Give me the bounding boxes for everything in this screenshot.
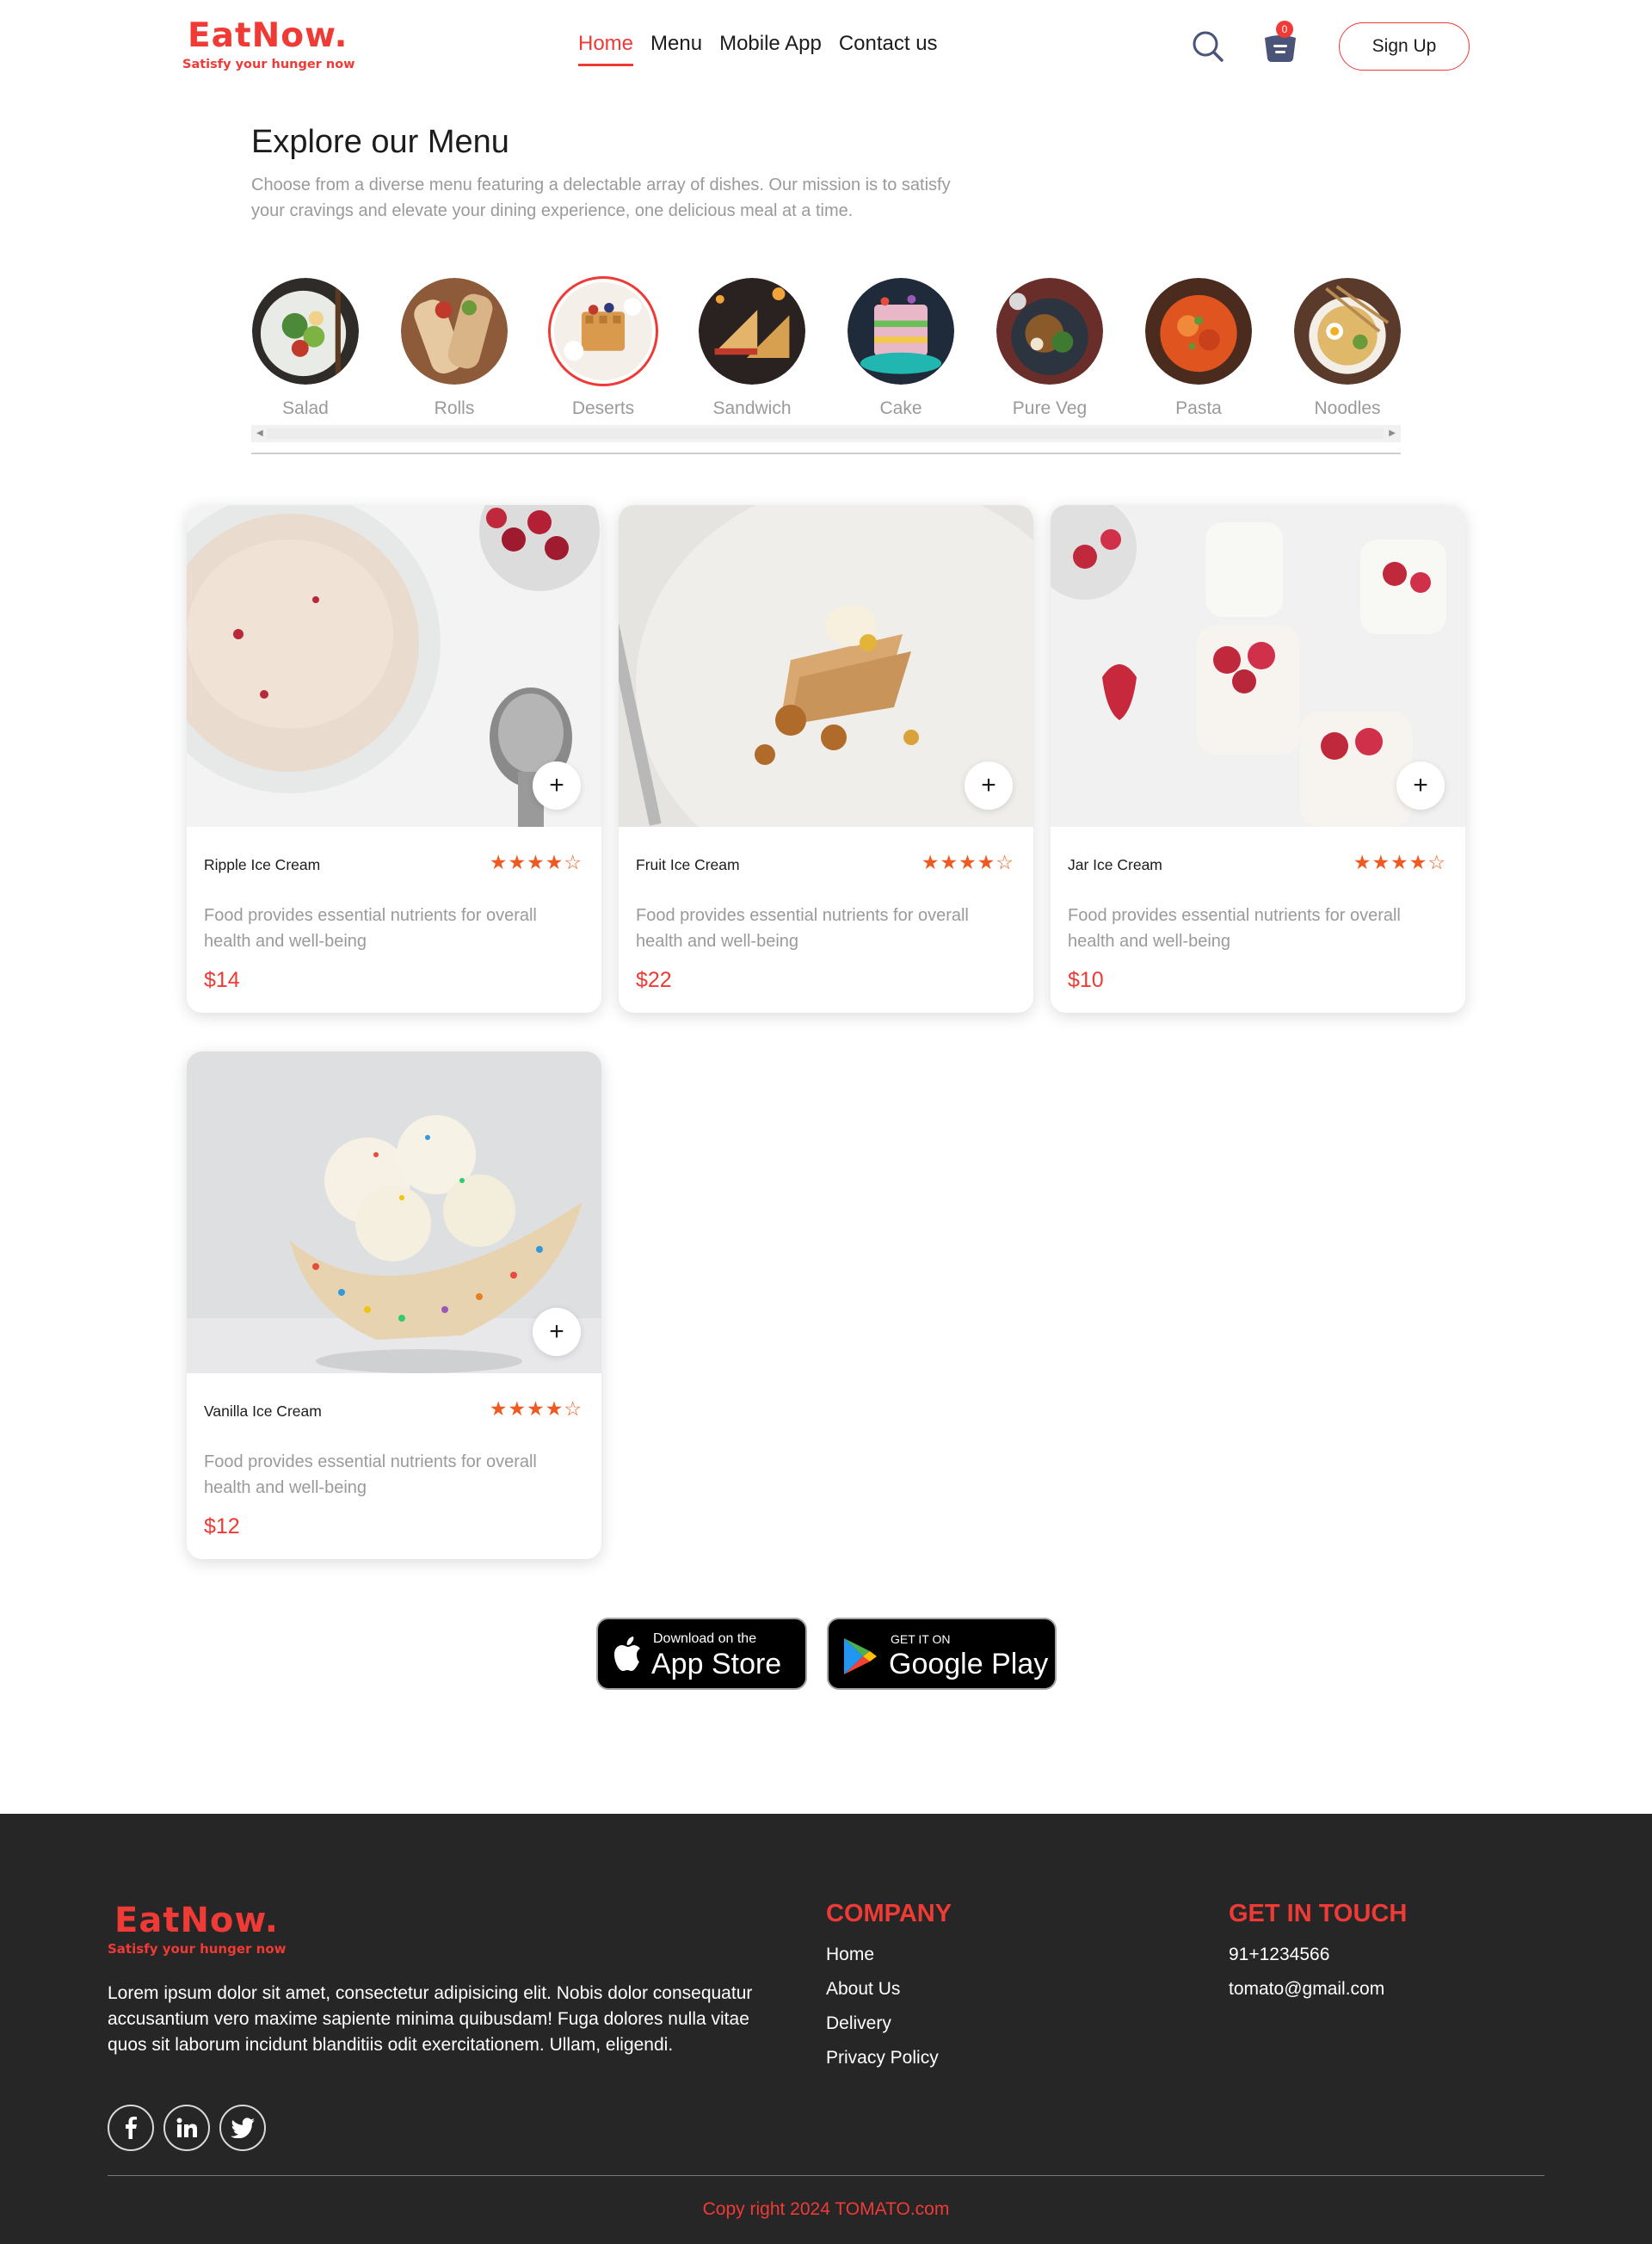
- site-header: EatNow. Satisfy your hunger now Home Men…: [0, 0, 1652, 95]
- add-to-cart-button[interactable]: +: [1396, 761, 1445, 810]
- scroll-left-icon[interactable]: ◀: [256, 428, 263, 439]
- cart-button[interactable]: 0: [1261, 21, 1299, 65]
- category-label: Deserts: [571, 398, 635, 418]
- brand-logo[interactable]: EatNow. Satisfy your hunger now: [182, 15, 355, 72]
- rating-stars-icon: ★★★★☆: [489, 1397, 583, 1420]
- category-cake[interactable]: Cake: [847, 278, 955, 419]
- nav-home[interactable]: Home: [578, 31, 634, 66]
- google-play-button[interactable]: GET IT ON Google Play: [827, 1618, 1057, 1690]
- facebook-icon[interactable]: [108, 2105, 154, 2151]
- category-label: Pasta: [1175, 398, 1222, 418]
- search-icon[interactable]: [1191, 29, 1225, 64]
- food-description: Food provides essential nutrients for ov…: [636, 906, 969, 951]
- google-play-icon: [844, 1638, 877, 1674]
- brand-name: EatNow.: [188, 16, 348, 55]
- footer-link-about-us[interactable]: About Us: [826, 1979, 900, 2000]
- category-noodles[interactable]: Noodles: [1293, 278, 1402, 419]
- site-footer: EatNow. Satisfy your hunger now Lorem ip…: [0, 1814, 1652, 2244]
- explore-title: Explore our Menu: [251, 124, 509, 160]
- category-image: [1294, 278, 1401, 385]
- food-card: + Vanilla Ice Cream ★★★★☆ Food provides …: [187, 1051, 601, 1559]
- nav-menu[interactable]: Menu: [650, 31, 702, 66]
- food-price: $22: [636, 968, 672, 992]
- food-card: + Jar Ice Cream ★★★★☆ Food provides esse…: [1051, 505, 1465, 1013]
- category-image: [548, 276, 658, 386]
- cart-count-badge: 0: [1276, 21, 1293, 38]
- food-price: $10: [1068, 968, 1104, 992]
- linkedin-icon[interactable]: [163, 2105, 210, 2151]
- category-sandwich[interactable]: Sandwich: [698, 278, 806, 419]
- app-store-button[interactable]: Download on the App Store: [596, 1618, 807, 1690]
- section-divider: [251, 453, 1401, 454]
- category-pasta[interactable]: Pasta: [1144, 278, 1253, 419]
- food-description: Food provides essential nutrients for ov…: [204, 906, 537, 951]
- footer-logo[interactable]: EatNow. Satisfy your hunger now: [108, 1900, 286, 1957]
- food-price: $14: [204, 968, 240, 992]
- food-description: Food provides essential nutrients for ov…: [204, 1452, 537, 1497]
- food-description: Food provides essential nutrients for ov…: [1068, 906, 1401, 951]
- category-image: [1145, 278, 1252, 385]
- category-label: Sandwich: [712, 398, 792, 418]
- nav-contact-us[interactable]: Contact us: [839, 31, 938, 66]
- apple-icon: [614, 1637, 640, 1671]
- rating-stars-icon: ★★★★☆: [489, 851, 583, 873]
- sign-up-button[interactable]: Sign Up: [1339, 22, 1470, 71]
- category-pure-veg[interactable]: Pure Veg: [996, 278, 1104, 419]
- food-name: Fruit Ice Cream: [636, 856, 740, 873]
- category-label: Salad: [282, 398, 329, 418]
- explore-description: Choose from a diverse menu featuring a d…: [251, 176, 951, 220]
- company-heading: COMPANY: [826, 1900, 952, 1927]
- contact-email[interactable]: tomato@gmail.com: [1229, 1979, 1384, 2000]
- category-rolls[interactable]: Rolls: [400, 278, 509, 419]
- food-name: Vanilla Ice Cream: [204, 1402, 322, 1420]
- main-nav: Home Menu Mobile App Contact us: [578, 31, 955, 66]
- category-salad[interactable]: Salad: [251, 278, 360, 419]
- rating-stars-icon: ★★★★☆: [921, 851, 1014, 873]
- category-label: Cake: [879, 398, 922, 418]
- copyright-text: Copy right 2024 TOMATO.com: [702, 2199, 950, 2219]
- category-list: Salad Rolls Deserts Sandwich Cake Pure V…: [251, 276, 1402, 424]
- category-image: [401, 278, 508, 385]
- category-deserts[interactable]: Deserts: [548, 276, 658, 419]
- category-label: Noodles: [1314, 398, 1381, 418]
- nav-mobile-app[interactable]: Mobile App: [719, 31, 822, 66]
- category-label: Rolls: [434, 398, 475, 418]
- category-image: [996, 278, 1103, 385]
- brand-tagline: Satisfy your hunger now: [182, 58, 355, 71]
- footer-link-privacy-policy[interactable]: Privacy Policy: [826, 2048, 939, 2068]
- food-name: Ripple Ice Cream: [204, 856, 321, 873]
- rating-stars-icon: ★★★★☆: [1353, 851, 1446, 873]
- google-play-small-text: GET IT ON: [891, 1632, 951, 1646]
- category-image: [699, 278, 805, 385]
- app-store-big-text: App Store: [651, 1648, 782, 1680]
- footer-link-home[interactable]: Home: [826, 1945, 874, 1965]
- category-image: [252, 278, 359, 385]
- food-price: $12: [204, 1514, 240, 1538]
- category-label: Pure Veg: [1012, 398, 1088, 418]
- google-play-big-text: Google Play: [889, 1648, 1049, 1680]
- category-image: [848, 278, 954, 385]
- scroll-right-icon[interactable]: ▶: [1389, 428, 1396, 439]
- add-to-cart-button[interactable]: +: [533, 761, 581, 810]
- brand-tagline: Satisfy your hunger now: [108, 1941, 287, 1957]
- food-card: + Fruit Ice Cream ★★★★☆ Food provides es…: [619, 505, 1033, 1013]
- footer-about-text: Lorem ipsum dolor sit amet, consectetur …: [108, 1983, 753, 2055]
- add-to-cart-button[interactable]: +: [533, 1308, 581, 1356]
- add-to-cart-button[interactable]: +: [965, 761, 1013, 810]
- contact-phone: 91+1234566: [1229, 1945, 1330, 1964]
- food-card: + Ripple Ice Cream ★★★★☆ Food provides e…: [187, 505, 601, 1013]
- footer-divider: [108, 2175, 1544, 2176]
- scrollbar-thumb[interactable]: [267, 428, 1384, 439]
- footer-link-delivery[interactable]: Delivery: [826, 2013, 891, 2034]
- category-scrollbar[interactable]: ◀ ▶: [251, 425, 1401, 442]
- twitter-icon[interactable]: [219, 2105, 266, 2151]
- app-store-small-text: Download on the: [653, 1631, 757, 1646]
- contact-heading: GET IN TOUCH: [1229, 1900, 1408, 1927]
- brand-name: EatNow.: [114, 1901, 279, 1940]
- food-name: Jar Ice Cream: [1068, 856, 1162, 873]
